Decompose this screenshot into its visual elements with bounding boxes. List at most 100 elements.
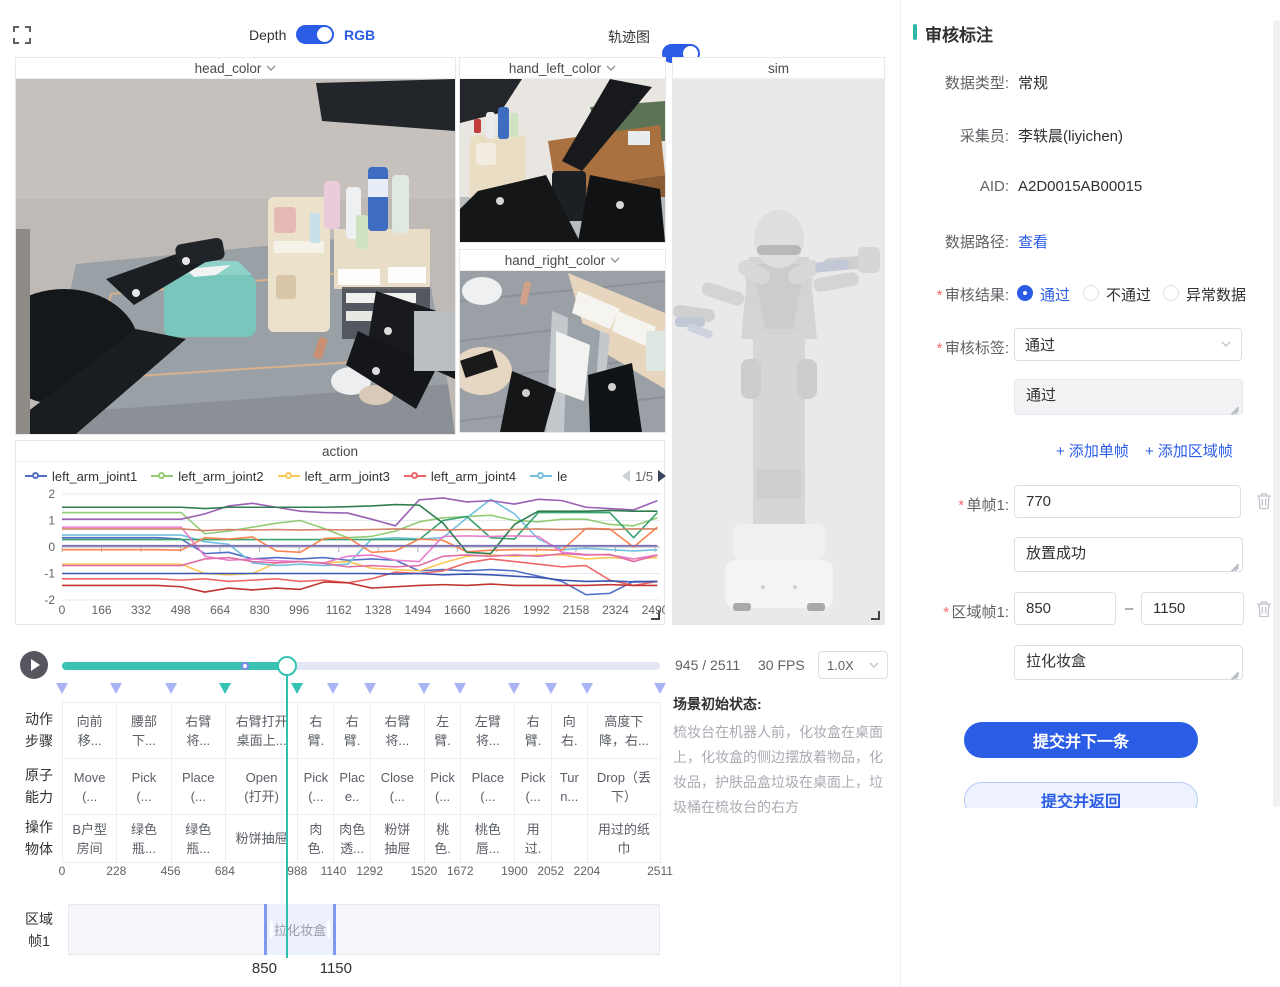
- chevron-down-icon: [1221, 341, 1231, 348]
- speed-select[interactable]: 1.0X: [818, 651, 888, 679]
- timeline-marker[interactable]: [654, 683, 666, 694]
- region-track[interactable]: [68, 904, 660, 955]
- svg-text:1826: 1826: [484, 603, 511, 617]
- add-single-frame-link[interactable]: + 添加单帧: [1056, 440, 1129, 461]
- timeline-marker[interactable]: [581, 683, 593, 694]
- playback-slider-fill: [62, 662, 287, 670]
- timeline-marker[interactable]: [364, 683, 376, 694]
- radio-fail-label[interactable]: 不通过: [1106, 284, 1151, 305]
- radio-pass-label[interactable]: 通过: [1040, 284, 1070, 305]
- radio-pass[interactable]: [1017, 285, 1033, 301]
- svg-text:-1: -1: [44, 567, 55, 581]
- scale-label: 2511: [638, 864, 682, 878]
- app-root: Depth RGB 轨迹图 head_color: [0, 0, 1280, 987]
- svg-text:1494: 1494: [404, 603, 431, 617]
- step-cell: 右臂 将...: [371, 703, 425, 759]
- timeline-marker[interactable]: [219, 683, 231, 694]
- svg-text:2: 2: [48, 487, 55, 501]
- region-left-handle[interactable]: [270, 921, 273, 938]
- data-type-value: 常规: [1018, 72, 1048, 93]
- region-note-textarea[interactable]: 拉化妆盒: [1014, 645, 1243, 680]
- tag-note-textarea[interactable]: 通过: [1014, 379, 1243, 415]
- step-cell: Pick (...: [117, 759, 171, 815]
- step-cell: 桃 色.: [425, 815, 461, 863]
- timeline-marker[interactable]: [327, 683, 339, 694]
- depth-rgb-toggle[interactable]: [296, 25, 334, 44]
- step-cell: Place (...: [172, 759, 226, 815]
- svg-text:166: 166: [92, 603, 112, 617]
- timeline-marker[interactable]: [545, 683, 557, 694]
- delete-region-frame-icon[interactable]: [1256, 600, 1272, 618]
- camera-header-hand-right[interactable]: hand_right_color: [460, 250, 665, 271]
- region-range-block[interactable]: 拉化妆盒: [264, 904, 335, 955]
- scale-label: 684: [203, 864, 247, 878]
- region-row-label: 区域 帧1: [18, 908, 60, 952]
- timeline-marker[interactable]: [110, 683, 122, 694]
- radio-fail[interactable]: [1083, 285, 1099, 301]
- panel-scrollbar[interactable]: [1273, 20, 1280, 807]
- region-right-handle[interactable]: [327, 921, 330, 938]
- review-panel-content: 审核标注 数据类型: 常规 采集员: 李轶晨(liyichen) AID: A2…: [901, 0, 1280, 808]
- single-note-textarea[interactable]: 放置成功: [1014, 537, 1243, 572]
- region-end-input[interactable]: [1141, 592, 1244, 625]
- timeline-marker[interactable]: [418, 683, 430, 694]
- svg-text:2158: 2158: [563, 603, 590, 617]
- step-cell: Move (...: [63, 759, 117, 815]
- add-region-frame-link[interactable]: + 添加区域帧: [1145, 440, 1233, 461]
- result-label: *审核结果:: [901, 284, 1009, 305]
- submit-next-button[interactable]: 提交并下一条: [964, 722, 1198, 758]
- timeline-marker[interactable]: [454, 683, 466, 694]
- step-cell: 右 臂.: [298, 703, 334, 759]
- step-cell: 左臂 将...: [461, 703, 515, 759]
- playback-slider-handle[interactable]: [277, 656, 297, 676]
- data-path-link[interactable]: 查看: [1018, 231, 1048, 252]
- range-dash: –: [1125, 600, 1133, 617]
- trajectory-label: 轨迹图: [608, 27, 650, 47]
- timeline-marker[interactable]: [291, 683, 303, 694]
- aid-value: A2D0015AB00015: [1018, 178, 1142, 195]
- tag-label: *审核标签:: [901, 337, 1009, 358]
- submit-back-button[interactable]: 提交并返回: [964, 782, 1198, 808]
- step-cell: 向前 移...: [63, 703, 117, 759]
- region-frame-label: *区域帧1:: [901, 601, 1009, 622]
- tag-select[interactable]: 通过: [1014, 328, 1242, 361]
- timeline-marker[interactable]: [165, 683, 177, 694]
- resize-handle-icon[interactable]: [871, 611, 880, 620]
- chevron-down-icon: [869, 662, 879, 669]
- step-cell: Plac e..: [334, 759, 370, 815]
- step-cell: 绿色 瓶...: [172, 815, 226, 863]
- scene-title: 场景初始状态:: [673, 694, 895, 714]
- step-cell: 桃色 唇...: [461, 815, 515, 863]
- svg-text:2324: 2324: [602, 603, 629, 617]
- step-cell: 绿色 瓶...: [117, 815, 171, 863]
- collector-label: 采集员:: [901, 125, 1009, 146]
- single-frame-input[interactable]: [1014, 485, 1241, 518]
- timeline-marker[interactable]: [56, 683, 68, 694]
- camera-title: hand_left_color: [509, 61, 601, 76]
- region-start-input[interactable]: [1014, 592, 1116, 625]
- step-cell: 肉 色.: [298, 815, 334, 863]
- camera-image-hand-left: [460, 79, 665, 242]
- fullscreen-icon[interactable]: [13, 26, 31, 44]
- delete-single-frame-icon[interactable]: [1256, 492, 1272, 510]
- scale-label: 2204: [565, 864, 609, 878]
- tag-select-value: 通过: [1025, 334, 1055, 355]
- step-cell: 腰部 下...: [117, 703, 171, 759]
- step-cell: 向 右.: [552, 703, 588, 759]
- scene-description: 场景初始状态: 梳妆台在机器人前，化妆盒在桌面上，化妆盒的侧边摆放着物品，化妆品…: [673, 694, 895, 820]
- row-label: 操作 物体: [18, 816, 60, 860]
- play-button[interactable]: [20, 651, 48, 679]
- camera-header-head[interactable]: head_color: [16, 58, 455, 79]
- radio-abnormal[interactable]: [1163, 285, 1179, 301]
- camera-image-hand-right: [460, 271, 665, 432]
- sim-title: sim: [768, 61, 789, 76]
- sim-viewport[interactable]: [673, 79, 884, 624]
- frame-counter: 945 / 2511: [675, 657, 740, 673]
- step-cell: 用过的纸 巾: [588, 815, 661, 863]
- step-cell: Pick (...: [515, 759, 551, 815]
- timeline-marker[interactable]: [508, 683, 520, 694]
- collector-value: 李轶晨(liyichen): [1018, 125, 1123, 146]
- step-cell: [552, 815, 588, 863]
- camera-header-hand-left[interactable]: hand_left_color: [460, 58, 665, 79]
- radio-abnormal-label[interactable]: 异常数据: [1186, 284, 1246, 305]
